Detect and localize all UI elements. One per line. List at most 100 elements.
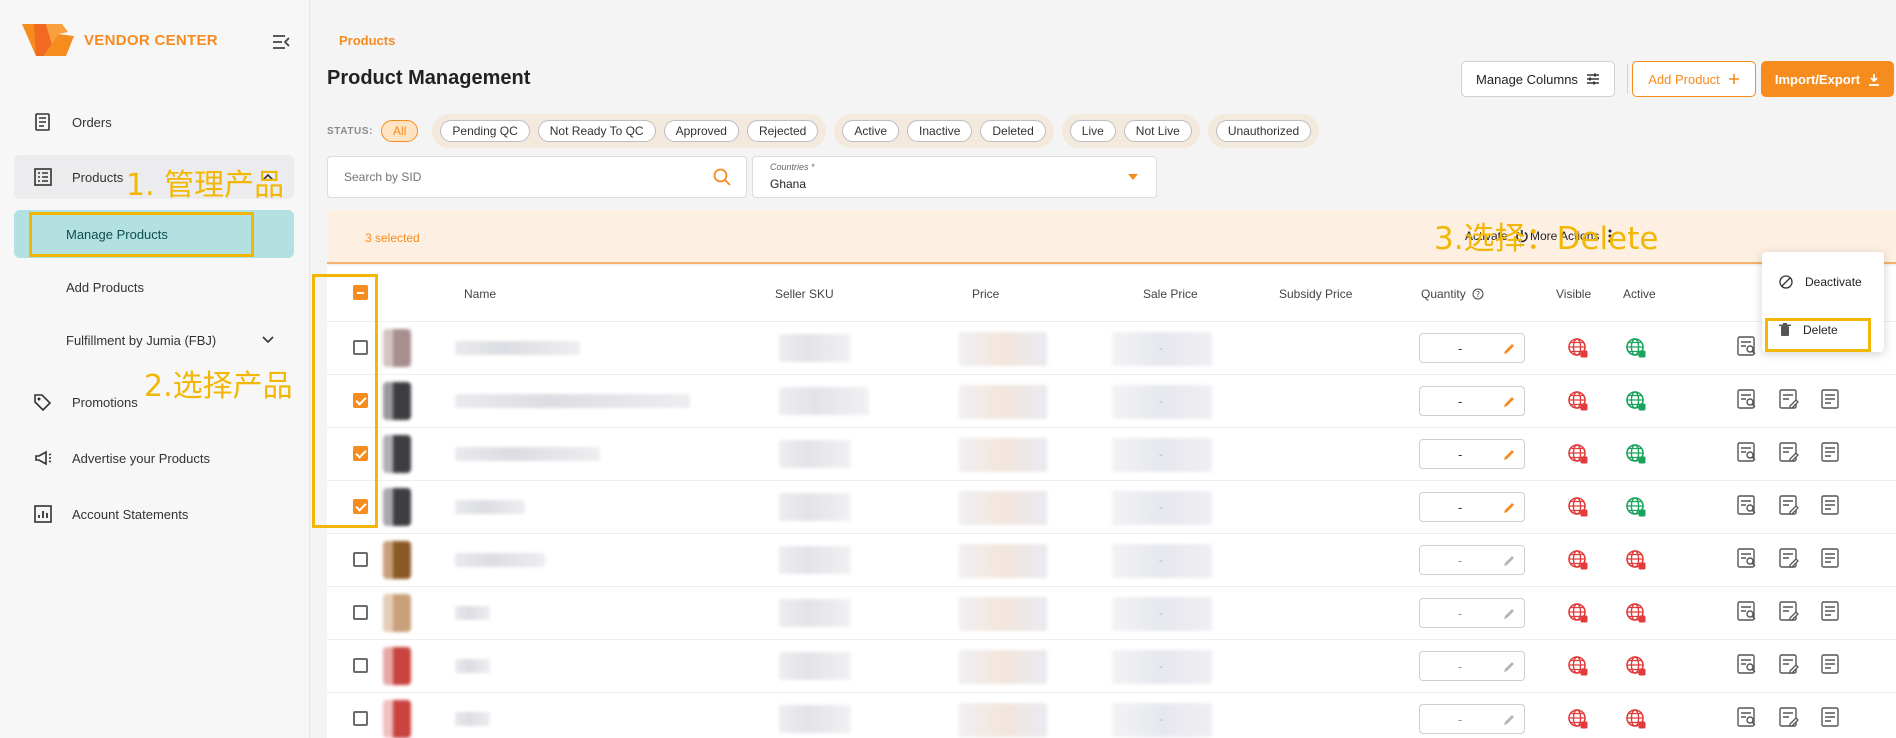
- search-icon[interactable]: [712, 167, 732, 187]
- country-select[interactable]: Countries * Ghana: [752, 156, 1157, 198]
- product-log-icon[interactable]: [1819, 493, 1843, 517]
- column-header-sale-price[interactable]: Sale Price: [1143, 287, 1198, 301]
- vendor-center-logo[interactable]: VENDOR CENTER: [22, 22, 218, 58]
- product-log-icon[interactable]: [1819, 705, 1843, 729]
- edit-product-icon[interactable]: [1777, 652, 1801, 676]
- active-globe-icon[interactable]: [1624, 601, 1648, 625]
- menu-item-deactivate[interactable]: Deactivate: [1762, 262, 1884, 302]
- status-chip-not-ready-to-qc[interactable]: Not Ready To QC: [537, 120, 656, 142]
- column-header-visible[interactable]: Visible: [1556, 287, 1591, 301]
- edit-pencil-icon[interactable]: [1502, 342, 1516, 356]
- status-chip-deleted[interactable]: Deleted: [980, 120, 1046, 142]
- column-header-seller-sku[interactable]: Seller SKU: [775, 287, 834, 301]
- visible-globe-icon[interactable]: [1566, 654, 1590, 678]
- status-chip-live[interactable]: Live: [1069, 120, 1116, 142]
- edit-product-icon[interactable]: [1777, 493, 1801, 517]
- quantity-field[interactable]: -: [1419, 651, 1525, 681]
- product-log-icon[interactable]: [1819, 387, 1843, 411]
- table-row[interactable]: --: [327, 533, 1896, 586]
- product-log-icon[interactable]: [1819, 546, 1843, 570]
- column-header-active[interactable]: Active: [1623, 287, 1656, 301]
- status-chip-active[interactable]: Active: [842, 120, 900, 142]
- collapse-menu-icon[interactable]: [272, 34, 290, 50]
- status-chip-inactive[interactable]: Inactive: [907, 120, 973, 142]
- edit-product-icon[interactable]: [1777, 440, 1801, 464]
- view-details-icon[interactable]: [1735, 652, 1759, 676]
- active-globe-icon[interactable]: [1624, 548, 1648, 572]
- edit-pencil-icon[interactable]: [1502, 554, 1516, 568]
- active-globe-icon[interactable]: [1624, 495, 1648, 519]
- table-row[interactable]: --: [327, 639, 1896, 692]
- sidebar-item-account-statements[interactable]: Account Statements: [14, 492, 294, 536]
- table-row[interactable]: --: [327, 321, 1896, 374]
- edit-product-icon[interactable]: [1777, 705, 1801, 729]
- quantity-field[interactable]: -: [1419, 598, 1525, 628]
- import-export-button[interactable]: Import/Export: [1761, 61, 1894, 97]
- sidebar-item-advertise[interactable]: Advertise your Products: [14, 436, 294, 480]
- view-details-icon[interactable]: [1735, 493, 1759, 517]
- chevron-down-icon[interactable]: [262, 336, 274, 344]
- edit-pencil-icon[interactable]: [1502, 501, 1516, 515]
- view-details-icon[interactable]: [1735, 440, 1759, 464]
- product-log-icon[interactable]: [1819, 599, 1843, 623]
- add-product-button[interactable]: Add Product: [1632, 61, 1756, 97]
- table-row[interactable]: --: [327, 374, 1896, 427]
- active-globe-icon[interactable]: [1624, 389, 1648, 413]
- column-header-subsidy-price[interactable]: Subsidy Price: [1279, 287, 1352, 301]
- edit-pencil-icon[interactable]: [1502, 607, 1516, 621]
- search-input[interactable]: [344, 170, 712, 184]
- quantity-field[interactable]: -: [1419, 333, 1525, 363]
- visible-globe-icon[interactable]: [1566, 707, 1590, 731]
- edit-product-icon[interactable]: [1777, 387, 1801, 411]
- visible-globe-icon[interactable]: [1566, 601, 1590, 625]
- active-globe-icon[interactable]: [1624, 707, 1648, 731]
- edit-product-icon[interactable]: [1777, 599, 1801, 623]
- status-chip-rejected[interactable]: Rejected: [746, 120, 819, 142]
- status-chip-approved[interactable]: Approved: [663, 120, 739, 142]
- quantity-field[interactable]: -: [1419, 704, 1525, 734]
- row-checkbox[interactable]: [353, 658, 368, 673]
- view-details-icon[interactable]: [1735, 387, 1759, 411]
- status-chip-pending-qc[interactable]: Pending QC: [440, 120, 530, 142]
- view-details-icon[interactable]: [1735, 546, 1759, 570]
- quantity-field[interactable]: -: [1419, 439, 1525, 469]
- visible-globe-icon[interactable]: [1566, 389, 1590, 413]
- active-globe-icon[interactable]: [1624, 442, 1648, 466]
- view-details-icon[interactable]: [1735, 599, 1759, 623]
- status-chip-all[interactable]: All: [381, 120, 419, 142]
- breadcrumb[interactable]: Products: [339, 33, 395, 48]
- active-globe-icon[interactable]: [1624, 336, 1648, 360]
- product-log-icon[interactable]: [1819, 440, 1843, 464]
- table-row[interactable]: --: [327, 586, 1896, 639]
- table-row[interactable]: --: [327, 427, 1896, 480]
- edit-pencil-icon[interactable]: [1502, 713, 1516, 727]
- quantity-field[interactable]: -: [1419, 386, 1525, 416]
- visible-globe-icon[interactable]: [1566, 442, 1590, 466]
- row-checkbox[interactable]: [353, 605, 368, 620]
- table-row[interactable]: --: [327, 692, 1896, 738]
- sidebar-item-orders[interactable]: Orders: [14, 100, 294, 144]
- sidebar-subitem-fbj[interactable]: Fulfillment by Jumia (FBJ): [14, 316, 294, 364]
- table-row[interactable]: --: [327, 480, 1896, 533]
- visible-globe-icon[interactable]: [1566, 548, 1590, 572]
- quantity-field[interactable]: -: [1419, 545, 1525, 575]
- sidebar-subitem-add-products[interactable]: Add Products: [14, 263, 294, 311]
- edit-pencil-icon[interactable]: [1502, 395, 1516, 409]
- visible-globe-icon[interactable]: [1566, 495, 1590, 519]
- manage-columns-button[interactable]: Manage Columns: [1461, 61, 1615, 97]
- column-header-quantity[interactable]: Quantity ?: [1421, 287, 1484, 301]
- edit-pencil-icon[interactable]: [1502, 448, 1516, 462]
- column-header-name[interactable]: Name: [464, 287, 496, 301]
- visible-globe-icon[interactable]: [1566, 336, 1590, 360]
- quantity-field[interactable]: -: [1419, 492, 1525, 522]
- column-header-price[interactable]: Price: [972, 287, 999, 301]
- edit-product-icon[interactable]: [1777, 546, 1801, 570]
- view-details-icon[interactable]: [1735, 705, 1759, 729]
- row-checkbox[interactable]: [353, 552, 368, 567]
- product-log-icon[interactable]: [1819, 652, 1843, 676]
- active-globe-icon[interactable]: [1624, 654, 1648, 678]
- row-checkbox[interactable]: [353, 711, 368, 726]
- status-chip-unauthorized[interactable]: Unauthorized: [1215, 120, 1312, 142]
- view-details-icon[interactable]: [1735, 334, 1759, 358]
- status-chip-not-live[interactable]: Not Live: [1123, 120, 1192, 142]
